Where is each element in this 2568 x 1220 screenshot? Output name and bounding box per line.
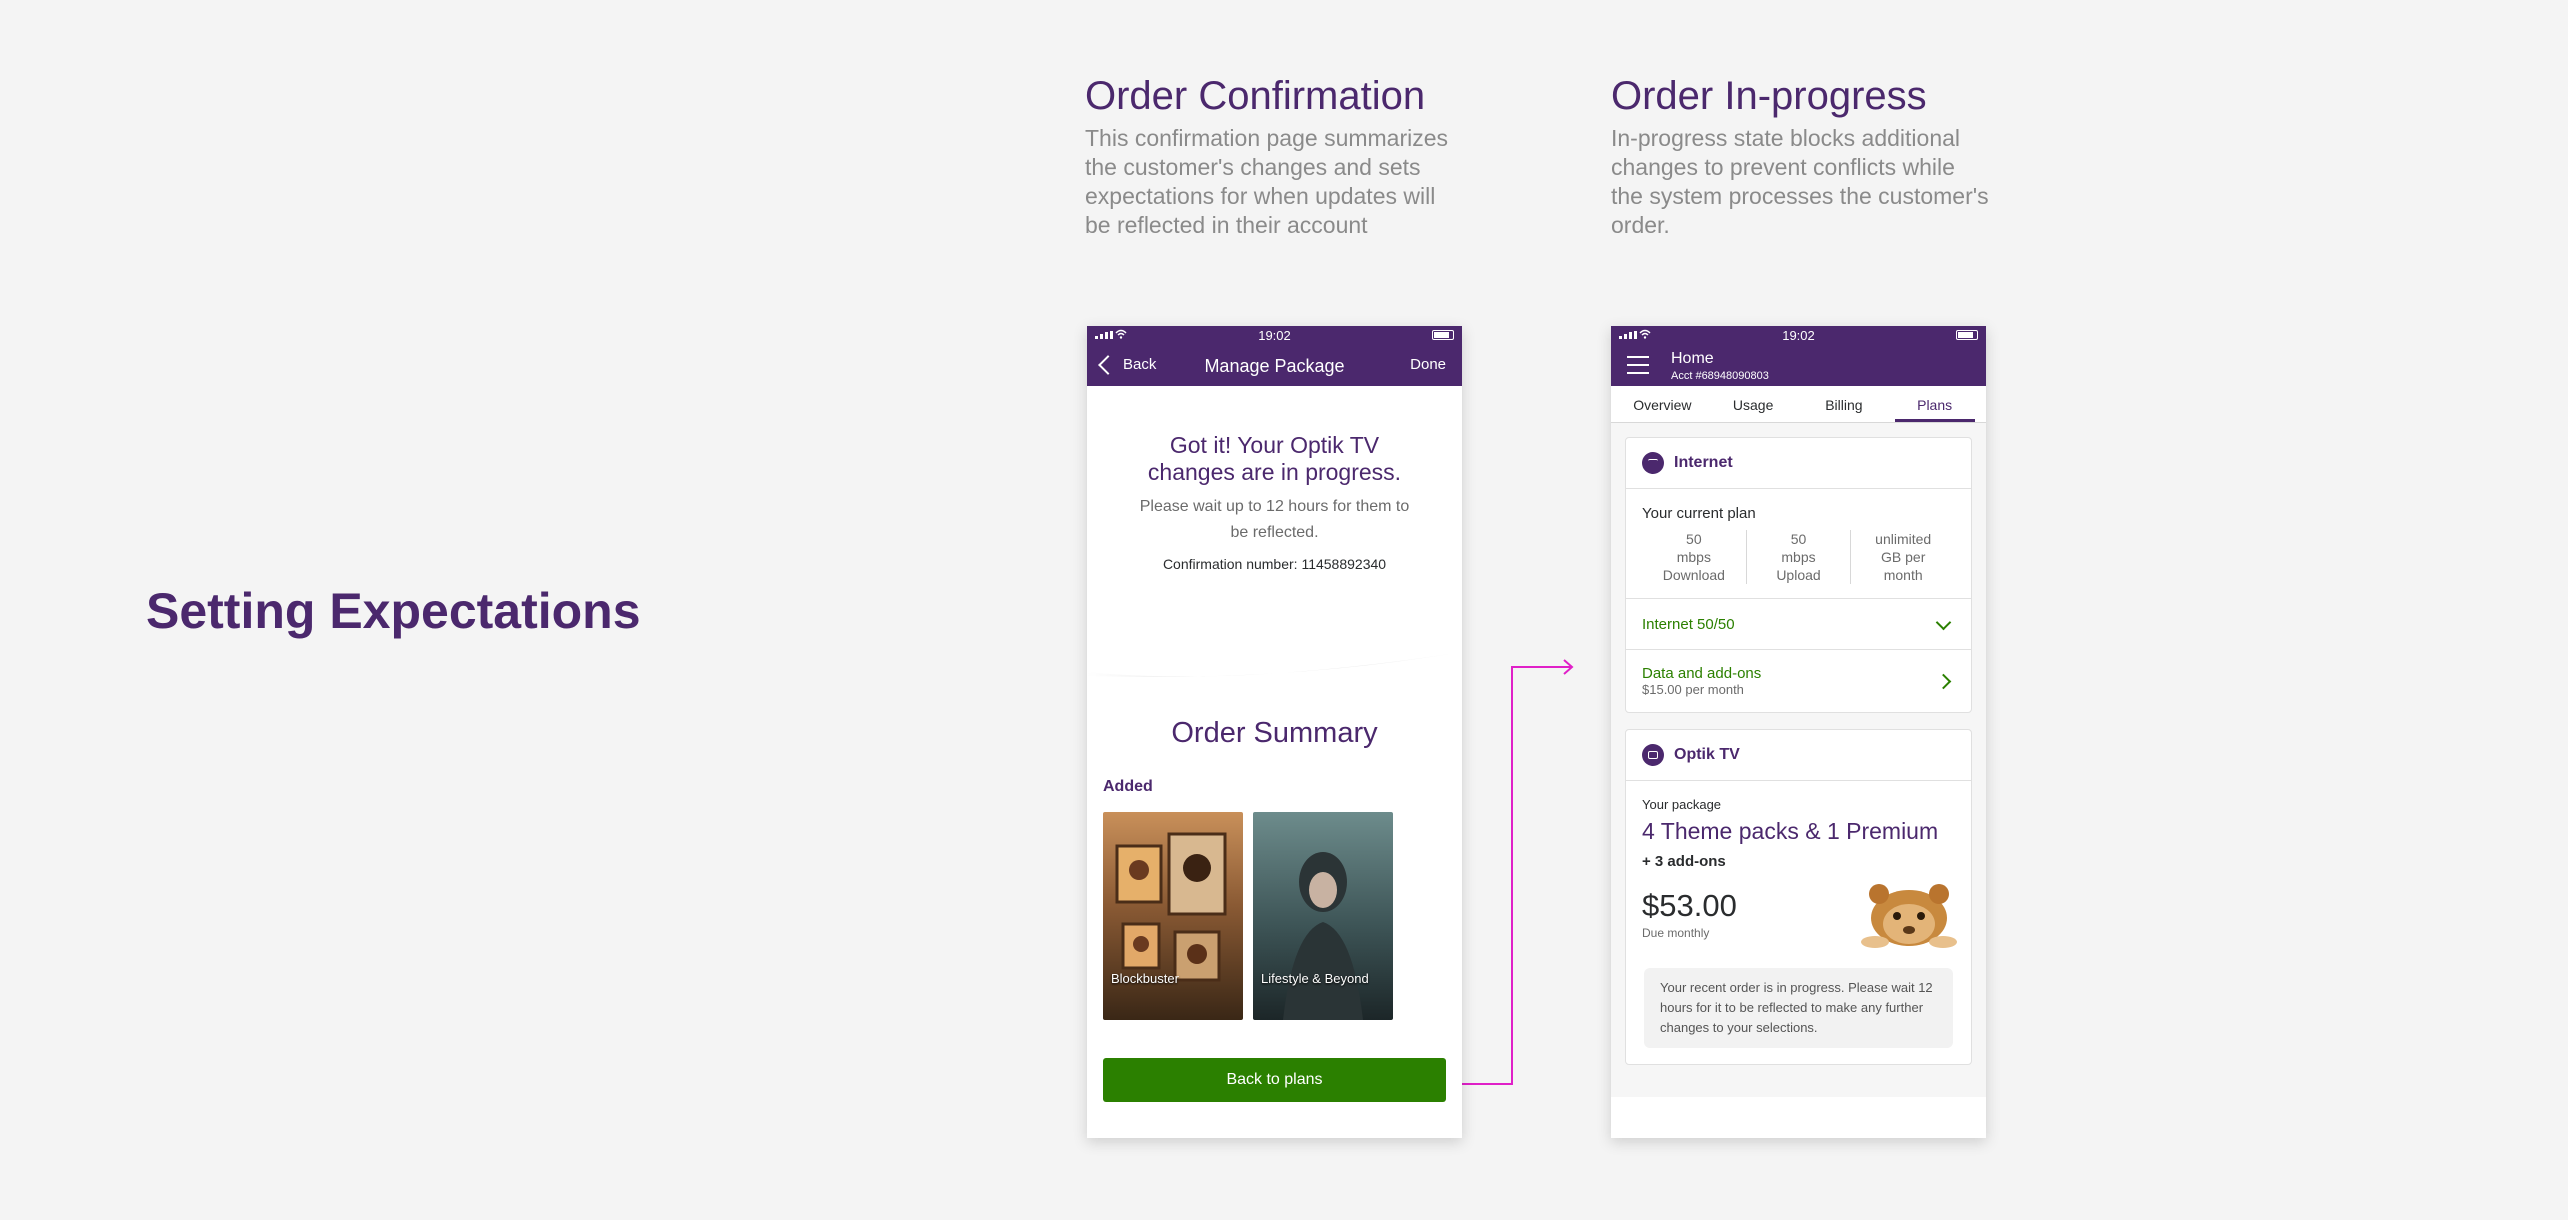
internet-icon [1642, 452, 1664, 474]
tab-overview[interactable]: Overview [1622, 386, 1702, 422]
stat-value: 50 [1686, 531, 1702, 547]
chevron-down-icon [1935, 614, 1952, 630]
internet-card: Internet Your current plan 50 mbps Downl… [1625, 437, 1972, 713]
nav-title: Home [1671, 350, 1714, 367]
account-number: Acct #68948090803 [1671, 370, 1769, 382]
stat-unit: mbps [1781, 549, 1816, 565]
tab-billing[interactable]: Billing [1804, 386, 1884, 422]
wait-text: Please wait up to 12 hours for them to b… [1139, 498, 1410, 541]
tab-plans[interactable]: Plans [1894, 386, 1975, 422]
battery-icon [1956, 330, 1978, 340]
data-addons-label: Data and add-ons [1642, 665, 1762, 682]
added-label: Added [1103, 778, 1153, 795]
battery-icon [1432, 330, 1454, 340]
nav-title: Manage Package [1204, 356, 1345, 376]
package-label: Your package [1642, 797, 1722, 812]
poster-art-frames [1115, 832, 1227, 982]
data-addons-price: $15.00 per month [1642, 682, 1744, 697]
status-time: 19:02 [1258, 328, 1291, 343]
back-to-plans-button[interactable]: Back to plans [1103, 1058, 1446, 1102]
poster-art-figure [1283, 852, 1363, 1020]
stat-value: unlimited [1875, 531, 1932, 547]
stat-label: Upload [1776, 567, 1821, 583]
stat-label: month [1883, 567, 1923, 583]
phone-order-confirmation: 19:02 Back Manage Package Done Got it! Y… [1087, 326, 1462, 1138]
added-poster-list: Blockbuster Lifestyle & Beyond [1103, 812, 1462, 1020]
plans-content: Internet Your current plan 50 mbps Downl… [1611, 423, 1986, 1097]
stat-data: unlimited GB per month [1850, 530, 1955, 584]
internet-title: Internet [1674, 454, 1733, 471]
flow-connector-arrow [1456, 659, 1574, 1085]
status-bar: 19:02 [1611, 326, 1986, 344]
done-button[interactable]: Done [1410, 356, 1446, 373]
poster-blockbuster[interactable]: Blockbuster [1103, 812, 1243, 1020]
stat-upload: 50 mbps Upload [1745, 530, 1851, 584]
chevron-right-icon [1935, 673, 1952, 689]
section-title-confirmation: Order Confirmation [1085, 74, 1426, 118]
stat-download: 50 mbps Download [1642, 530, 1746, 584]
tab-usage[interactable]: Usage [1713, 386, 1793, 422]
poster-label: Lifestyle & Beyond [1261, 971, 1369, 986]
in-progress-notice: Your recent order is in progress. Please… [1644, 968, 1953, 1048]
internet-plan-row[interactable]: Internet 50/50 [1626, 598, 1971, 649]
stat-label: Download [1662, 567, 1725, 583]
phone-order-in-progress: 19:02 Home Acct #68948090803 Overview Us… [1611, 326, 1986, 1138]
tab-bar: Overview Usage Billing Plans [1611, 386, 1986, 423]
confirmation-number: Confirmation number: 11458892340 [1162, 556, 1387, 572]
package-addons: + 3 add-ons [1642, 853, 1726, 870]
status-time: 19:02 [1782, 328, 1815, 343]
internet-card-header: Internet [1626, 438, 1971, 489]
optik-tv-card: Optik TV Your package 4 Theme packs & 1 … [1625, 729, 1972, 1065]
hero-title: Setting Expectations [146, 583, 641, 639]
stat-unit: GB per [1881, 549, 1926, 565]
poster-label: Blockbuster [1111, 971, 1179, 986]
section-title-in-progress: Order In-progress [1611, 74, 1927, 118]
order-summary-title: Order Summary [1171, 717, 1378, 749]
nav-bar: Back Manage Package Done [1087, 344, 1462, 386]
confirmation-headline: Got it! Your Optik TV changes are in pro… [1147, 432, 1402, 485]
lion-cub-illustration [1861, 884, 1957, 948]
package-name: 4 Theme packs & 1 Premium [1642, 818, 1939, 844]
current-plan-label: Your current plan [1642, 505, 1756, 522]
stat-unit: mbps [1676, 549, 1711, 565]
menu-icon[interactable] [1627, 356, 1649, 380]
nav-bar: Home Acct #68948090803 [1611, 344, 1986, 386]
decorative-swoosh [1087, 652, 1462, 677]
optik-tv-card-header: Optik TV [1626, 730, 1971, 781]
plan-stats: 50 mbps Download 50 mbps Upload unlimite… [1626, 530, 1971, 598]
internet-plan-name: Internet 50/50 [1642, 615, 1735, 633]
poster-lifestyle-beyond[interactable]: Lifestyle & Beyond [1253, 812, 1393, 1020]
stat-value: 50 [1790, 531, 1807, 547]
section-desc-confirmation: This confirmation page summarizes the cu… [1085, 125, 1449, 238]
section-desc-in-progress: In-progress state blocks additional chan… [1611, 125, 1989, 238]
data-addons-row[interactable]: Data and add-ons $15.00 per month [1626, 649, 1971, 712]
status-bar: 19:02 [1087, 326, 1462, 344]
optik-tv-title: Optik TV [1674, 746, 1740, 763]
tv-icon [1642, 744, 1664, 766]
